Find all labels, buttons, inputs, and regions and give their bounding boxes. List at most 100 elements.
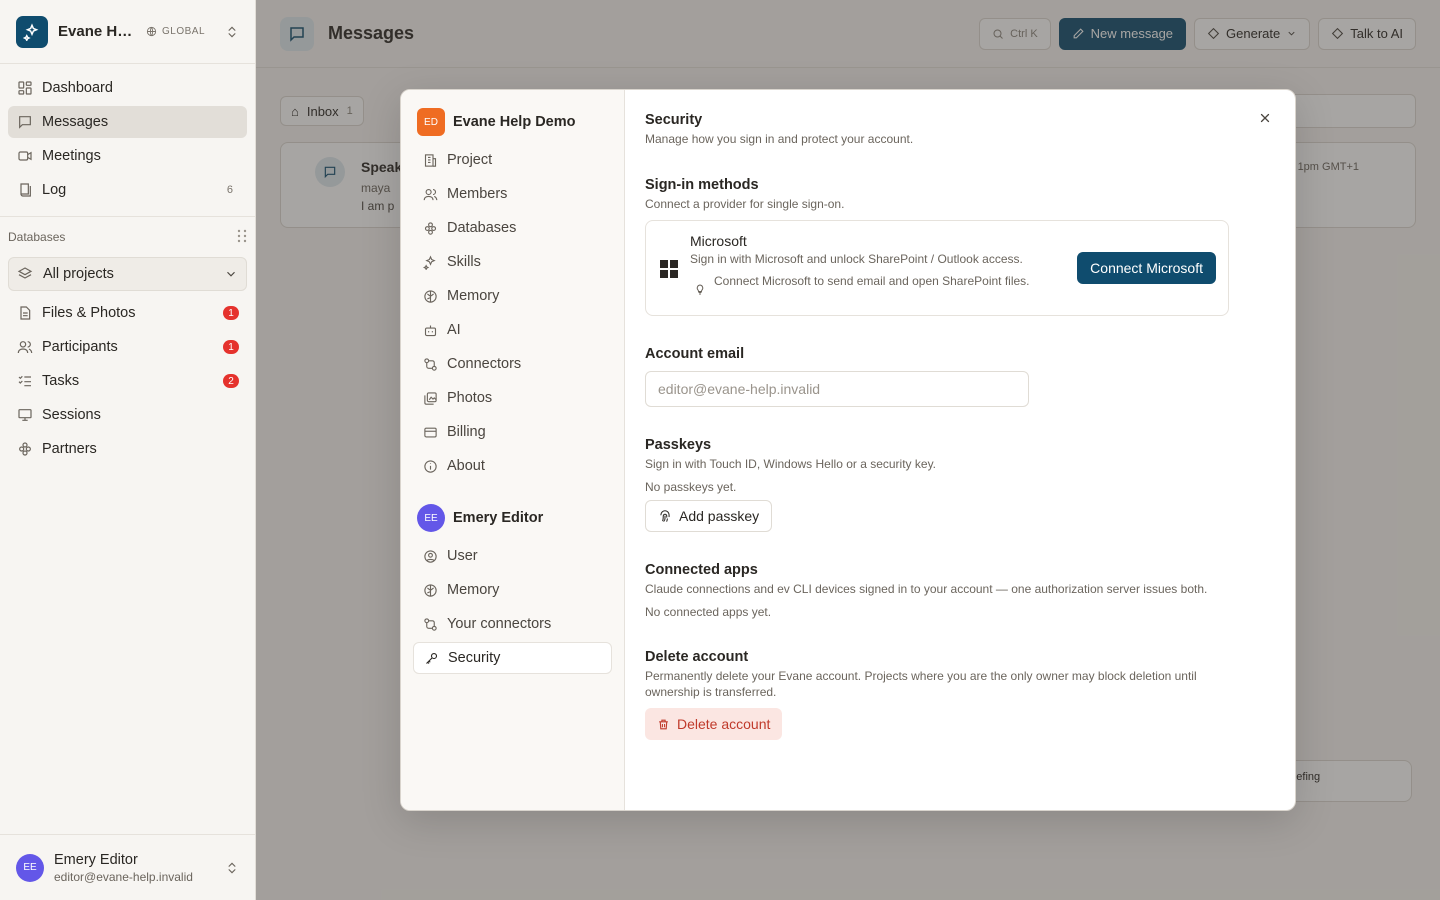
settings-item-memory[interactable]: Memory	[413, 280, 612, 312]
settings-item-label: Photos	[447, 390, 493, 406]
settings-item-label: Skills	[447, 254, 481, 270]
settings-item-label: Members	[447, 186, 508, 202]
nav-item-partners[interactable]: Partners	[8, 433, 247, 465]
nav-item-dashboard[interactable]: Dashboard	[8, 72, 247, 104]
settings-item-label: AI	[447, 322, 461, 338]
settings-item-label: Project	[447, 152, 493, 168]
provider-tip-text: Connect Microsoft to send email and open…	[714, 274, 1030, 288]
drag-handle-icon[interactable]	[237, 229, 247, 246]
nav-label: Partners	[42, 441, 97, 457]
settings-sidebar: ED Evane Help Demo Project Members Datab…	[401, 90, 625, 810]
nav-label: Participants	[42, 339, 118, 355]
settings-item-connectors[interactable]: Connectors	[413, 348, 612, 380]
settings-item-billing[interactable]: Billing	[413, 416, 612, 448]
settings-item-label: Connectors	[447, 356, 522, 372]
close-button[interactable]	[1255, 108, 1275, 128]
account-email-section: Account email	[645, 346, 1275, 407]
email-field[interactable]	[645, 371, 1029, 407]
connected-apps-section: Connected apps Claude connections and ev…	[645, 562, 1275, 619]
passkeys-section: Passkeys Sign in with Touch ID, Windows …	[645, 437, 1275, 532]
settings-item-skills[interactable]: Skills	[413, 246, 612, 278]
workspace-name: Evane Help Demo	[58, 23, 134, 40]
nav-item-sessions[interactable]: Sessions	[8, 399, 247, 431]
provider-description: Sign in with Microsoft and unlock ShareP…	[690, 252, 1023, 266]
grid-icon	[16, 79, 34, 97]
tasks-icon	[16, 372, 34, 390]
video-icon	[16, 147, 34, 165]
settings-item-user[interactable]: User	[413, 540, 612, 572]
settings-item-project[interactable]: Project	[413, 144, 612, 176]
delete-account-section: Delete account Permanently delete your E…	[645, 649, 1275, 740]
user-circle-icon	[421, 549, 439, 564]
settings-item-label: About	[447, 458, 485, 474]
databases-icon	[421, 221, 439, 236]
section-title: Connected apps	[645, 562, 758, 578]
provider-name: Microsoft	[690, 233, 747, 249]
delete-account-label: Delete account	[677, 716, 771, 732]
chevrons-updown-icon	[225, 25, 239, 39]
notification-badge: 1	[223, 306, 239, 320]
databases-nav: Files & Photos 1 Participants 1 Tasks 2 …	[0, 297, 255, 465]
settings-item-user-memory[interactable]: Memory	[413, 574, 612, 606]
chevrons-updown-icon	[225, 861, 239, 875]
settings-item-databases[interactable]: Databases	[413, 212, 612, 244]
nav-label: Sessions	[42, 407, 101, 423]
profile-name: Emery Editor	[54, 851, 138, 868]
nav-item-tasks[interactable]: Tasks 2	[8, 365, 247, 397]
nav-item-files-photos[interactable]: Files & Photos 1	[8, 297, 247, 329]
main-nav: Dashboard Messages Meetings Log 6	[0, 64, 255, 217]
settings-item-about[interactable]: About	[413, 450, 612, 482]
settings-item-label: Memory	[447, 582, 500, 598]
nav-label: Tasks	[42, 373, 80, 389]
notification-badge: 2	[223, 374, 239, 388]
brain-icon	[421, 583, 439, 598]
connect-microsoft-button[interactable]: Connect Microsoft	[1077, 252, 1216, 284]
nav-label: Dashboard	[42, 80, 113, 96]
settings-item-security[interactable]: Security	[413, 642, 612, 674]
nav-item-messages[interactable]: Messages	[8, 106, 247, 138]
settings-item-label: Databases	[447, 220, 517, 236]
user-profile-menu[interactable]: EE Emery Editor editor@evane-help.invali…	[0, 834, 255, 900]
nav-item-meetings[interactable]: Meetings	[8, 140, 247, 172]
settings-item-photos[interactable]: Photos	[413, 382, 612, 414]
section-subtitle: Claude connections and ev CLI devices si…	[645, 582, 1208, 596]
chevron-down-icon	[224, 267, 238, 281]
nav-label: Messages	[42, 114, 109, 130]
trash-icon	[659, 719, 668, 729]
workspace-switcher[interactable]: Evane Help Demo GLOBAL	[0, 0, 255, 64]
file-icon	[16, 304, 34, 322]
log-count: 6	[226, 184, 233, 196]
add-passkey-button[interactable]: Add passkey	[645, 500, 773, 532]
microsoft-provider-card: Microsoft Sign in with Microsoft and unl…	[645, 220, 1229, 316]
project-select-value: All projects	[43, 266, 114, 282]
close-icon	[1260, 113, 1270, 123]
settings-item-members[interactable]: Members	[413, 178, 612, 210]
section-title: Delete account	[645, 649, 749, 665]
settings-item-your-connectors[interactable]: Your connectors	[413, 608, 612, 640]
nav-item-participants[interactable]: Participants 1	[8, 331, 247, 363]
project-settings-header: ED Evane Help Demo	[413, 108, 612, 136]
add-passkey-label: Add passkey	[679, 508, 760, 524]
photos-icon	[421, 391, 439, 406]
section-title: Passkeys	[645, 437, 712, 453]
user-name: Emery Editor	[453, 510, 544, 526]
monitor-icon	[16, 406, 34, 424]
connected-apps-empty-state: No connected apps yet.	[645, 605, 772, 619]
nav-item-log[interactable]: Log 6	[8, 174, 247, 206]
section-title: Account email	[645, 346, 745, 362]
settings-item-label: Security	[448, 650, 501, 666]
nav-label: Log	[42, 182, 67, 198]
settings-dialog: ED Evane Help Demo Project Members Datab…	[400, 89, 1296, 811]
nav-label: Meetings	[42, 148, 101, 164]
key-icon	[422, 651, 440, 666]
project-select[interactable]: All projects	[8, 257, 247, 291]
passkeys-empty-state: No passkeys yet.	[645, 480, 737, 494]
settings-item-label: Billing	[447, 424, 486, 440]
delete-account-button[interactable]: Delete account	[645, 708, 783, 740]
settings-item-ai[interactable]: AI	[413, 314, 612, 346]
users-icon	[421, 187, 439, 202]
notification-badge: 1	[223, 340, 239, 354]
sparkles-icon	[421, 254, 439, 270]
info-icon	[421, 459, 439, 474]
project-badge: ED	[417, 108, 445, 136]
